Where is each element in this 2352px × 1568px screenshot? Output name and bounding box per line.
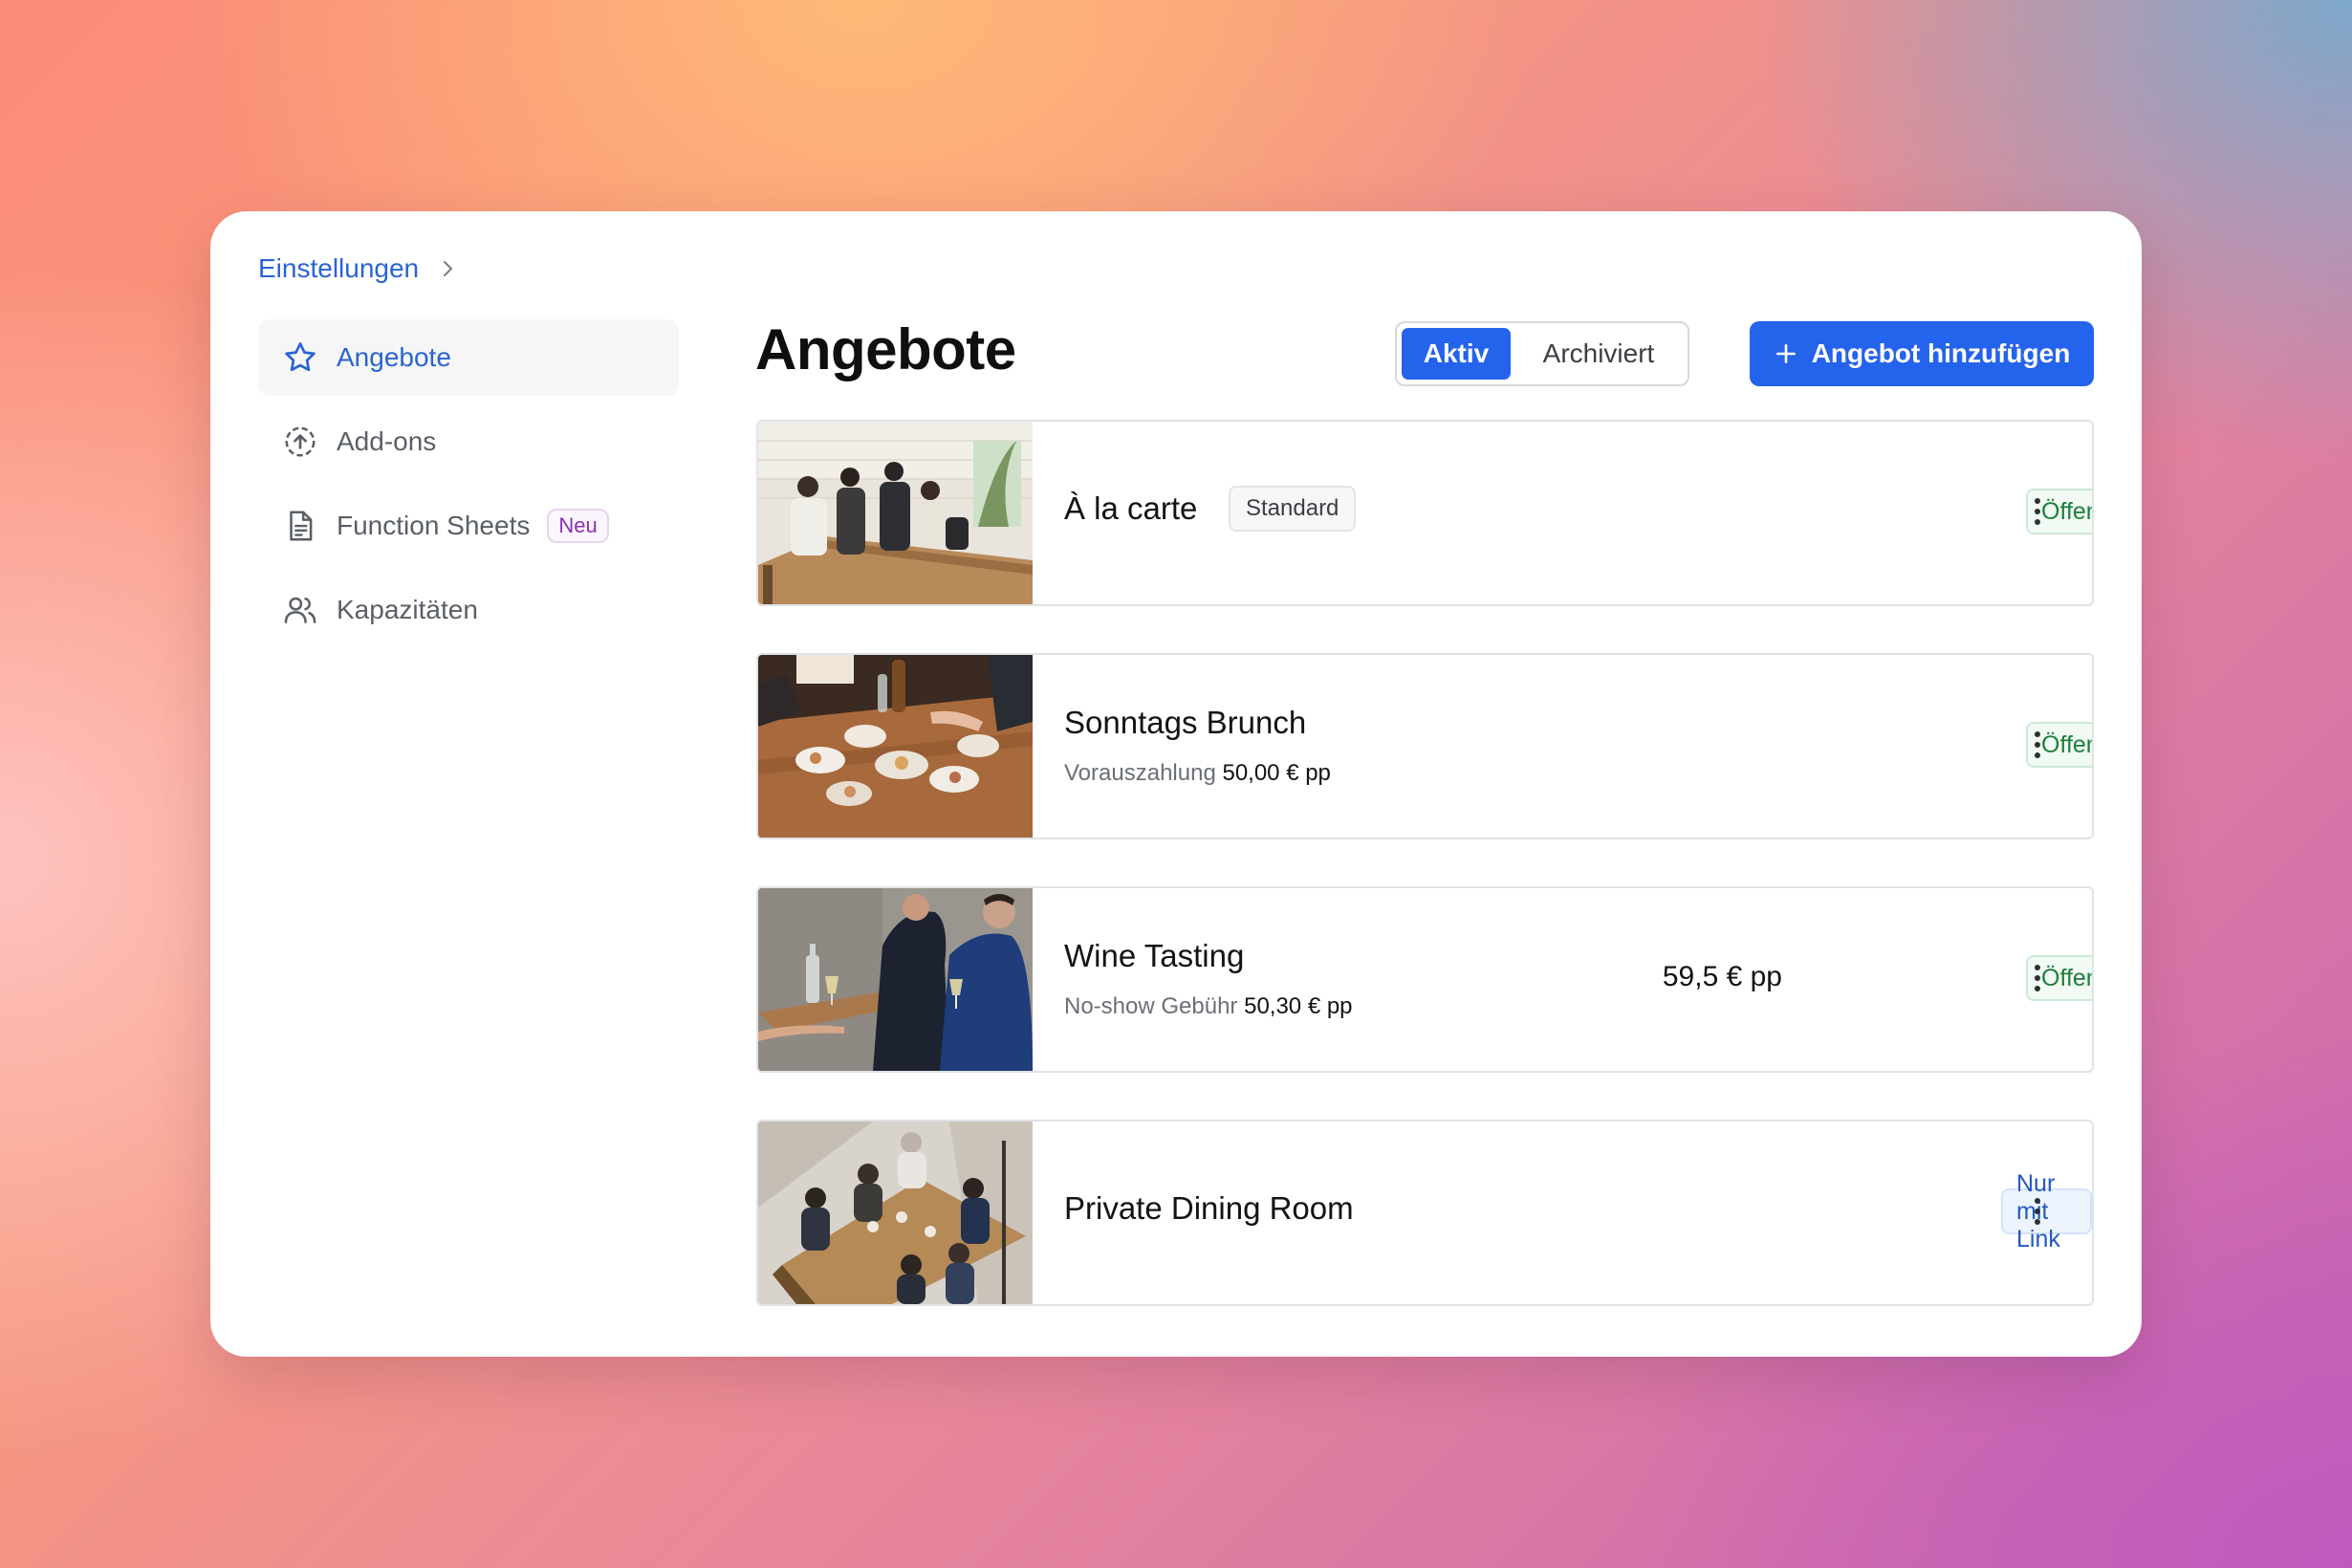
offer-subtitle: No-show Gebühr 50,30 € pp	[1064, 993, 1353, 1020]
new-badge: Neu	[547, 509, 609, 543]
offer-name: Private Dining Room	[1064, 1190, 1354, 1226]
offer-name: Wine Tasting	[1064, 938, 1245, 973]
subtitle-value: 50,00 € pp	[1222, 760, 1331, 786]
offer-subtitle: Vorauszahlung 50,00 € pp	[1064, 760, 1331, 787]
document-icon	[281, 507, 319, 545]
plus-icon	[1775, 344, 1796, 363]
offer-card-sonntags-brunch[interactable]: Sonntags Brunch Vorauszahlung 50,00 € pp…	[756, 653, 2094, 839]
users-icon	[281, 591, 319, 629]
subtitle-value: 50,30 € pp	[1244, 993, 1353, 1019]
sidebar-item-label: Kapazitäten	[337, 595, 478, 624]
offer-name: Sonntags Brunch	[1064, 705, 1307, 740]
add-offer-button[interactable]: Angebot hinzufügen	[1750, 321, 2094, 386]
more-options-icon[interactable]	[2016, 724, 2058, 766]
page-title: Angebote	[755, 317, 1016, 381]
offer-image	[758, 422, 1033, 604]
tab-aktiv[interactable]: Aktiv	[1402, 328, 1511, 380]
breadcrumb: Einstellungen	[258, 253, 459, 284]
more-options-icon[interactable]	[2016, 490, 2058, 533]
upload-circle-icon	[281, 423, 319, 461]
settings-window: Einstellungen Angebote Add-ons Function …	[210, 211, 2142, 1357]
more-options-icon[interactable]	[2016, 957, 2058, 999]
sidebar: Angebote Add-ons Function Sheets Neu Kap…	[258, 319, 679, 656]
sidebar-item-add-ons[interactable]: Add-ons	[258, 403, 679, 480]
offer-card-a-la-carte[interactable]: À la carte Standard Öffentlich	[756, 420, 2094, 606]
sidebar-item-function-sheets[interactable]: Function Sheets Neu	[258, 488, 679, 564]
offer-card-wine-tasting[interactable]: Wine Tasting No-show Gebühr 50,30 € pp 5…	[756, 886, 2094, 1073]
breadcrumb-settings-link[interactable]: Einstellungen	[258, 253, 419, 284]
sidebar-item-label: Angebote	[337, 342, 451, 372]
subtitle-label: No-show Gebühr	[1064, 993, 1238, 1019]
sidebar-item-kapazitaeten[interactable]: Kapazitäten	[258, 572, 679, 648]
sidebar-item-label: Add-ons	[337, 426, 437, 456]
standard-badge: Standard	[1229, 486, 1357, 532]
status-tabs: Aktiv Archiviert	[1395, 321, 1689, 386]
subtitle-label: Vorauszahlung	[1064, 760, 1216, 786]
sidebar-item-angebote[interactable]: Angebote	[258, 319, 679, 396]
offer-name: À la carte	[1064, 490, 1198, 526]
offer-card-private-dining-room[interactable]: Private Dining Room Nur mit Link	[756, 1120, 2094, 1306]
tab-archiviert[interactable]: Archiviert	[1516, 328, 1681, 380]
add-offer-label: Angebot hinzufügen	[1811, 338, 2071, 368]
more-options-icon[interactable]	[2016, 1190, 2058, 1232]
offer-image	[758, 1122, 1033, 1304]
offer-price: 59,5 € pp	[1662, 961, 1782, 992]
star-icon	[281, 338, 319, 377]
chevron-right-icon	[444, 261, 453, 276]
offer-image	[758, 888, 1033, 1071]
offer-image	[758, 655, 1033, 838]
sidebar-item-label: Function Sheets	[337, 511, 531, 540]
